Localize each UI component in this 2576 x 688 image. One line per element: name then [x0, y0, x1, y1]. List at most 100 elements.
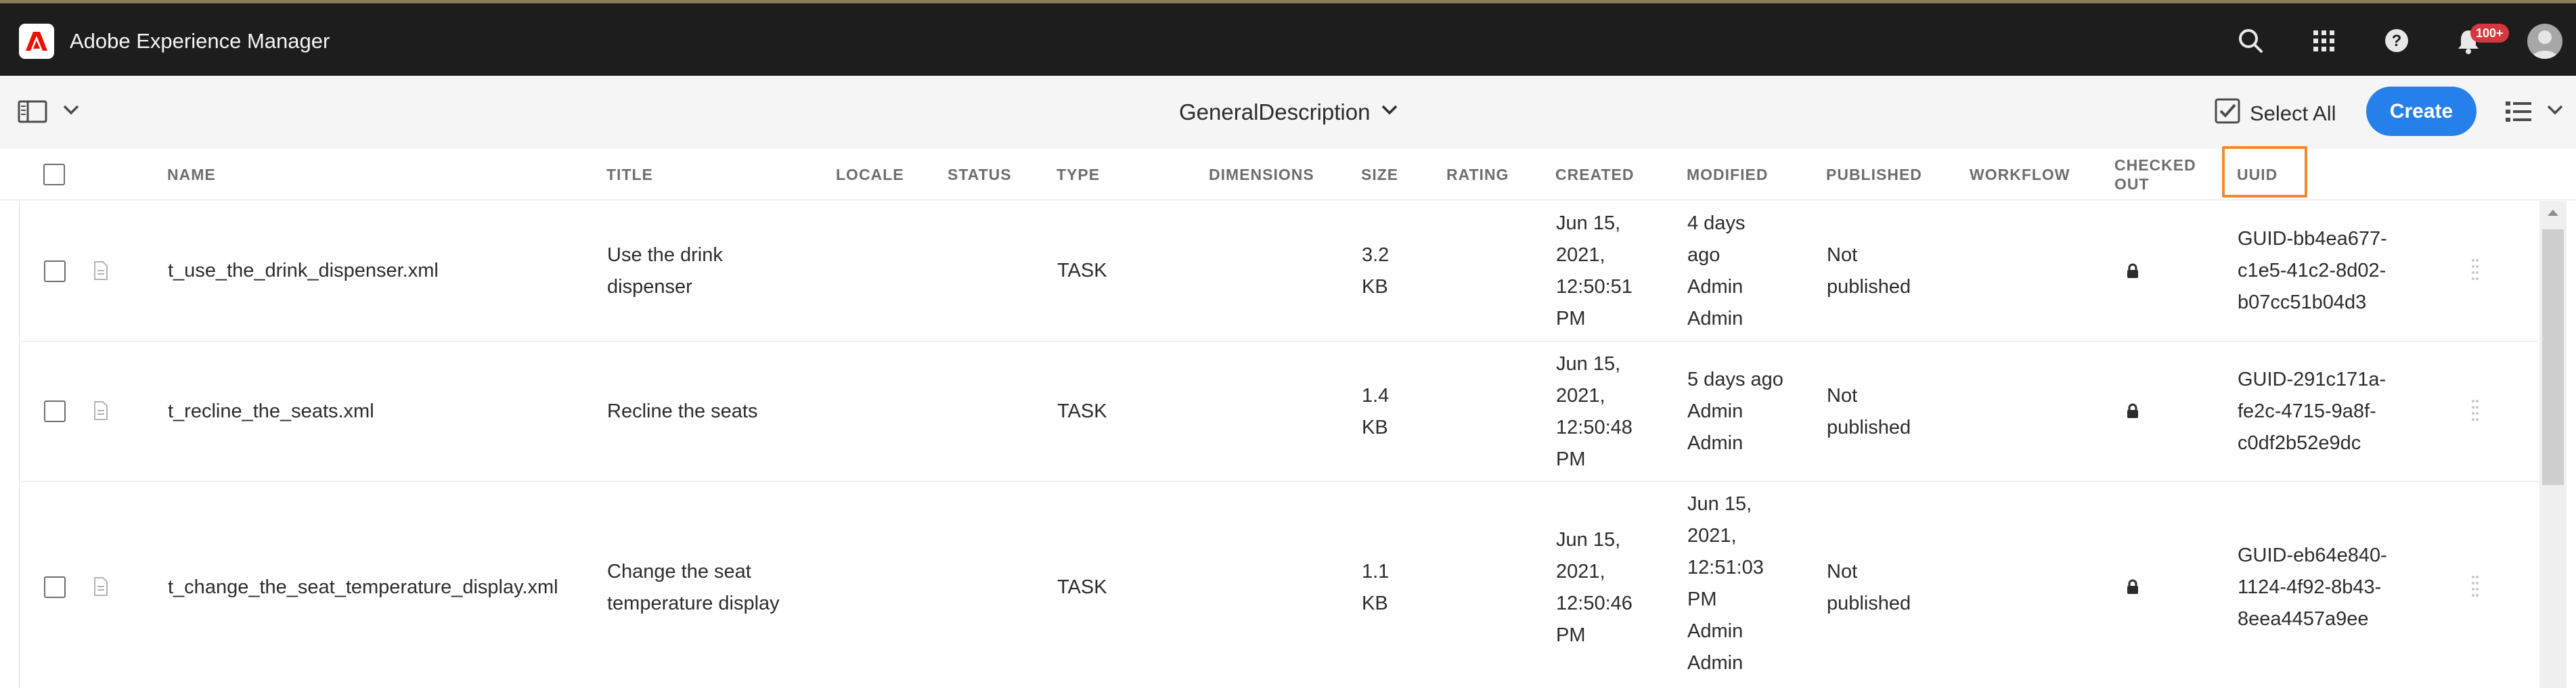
column-header-workflow[interactable]: WORKFLOW	[1970, 165, 2070, 184]
lock-icon	[2126, 579, 2139, 599]
apps-grid-icon[interactable]	[2307, 24, 2340, 58]
select-all-rows-checkbox[interactable]	[43, 164, 65, 185]
uuid-column-highlight	[2222, 146, 2307, 198]
row-uuid-line: c1e5-41c2-8d02-	[2238, 260, 2386, 281]
row-name[interactable]: t_recline_the_seats.xml	[168, 396, 374, 428]
row-modified-line: 2021,	[1687, 525, 1737, 547]
action-bar: GeneralDescription Select All Create	[0, 76, 2576, 149]
row-uuid: GUID-eb64e840- 1124-4f92-8b43- 8eea4457a…	[2238, 540, 2387, 635]
column-header-checked-out[interactable]: CHECKED OUT	[2114, 156, 2196, 193]
row-modified-line: Admin	[1687, 620, 1744, 642]
row-created-line: PM	[1556, 449, 1586, 470]
row-published: Not published	[1827, 380, 1911, 444]
list-view-icon[interactable]	[2504, 99, 2533, 127]
column-header-name[interactable]: NAME	[167, 165, 216, 184]
scrollbar-thumb[interactable]	[2542, 229, 2564, 485]
row-type: TASK	[1057, 576, 1107, 598]
row-uuid-line: GUID-bb4ea677-	[2238, 228, 2387, 250]
rail-toggle-icon[interactable]	[18, 100, 47, 127]
row-size-line: KB	[1362, 417, 1388, 438]
row-modified-line: Jun 15,	[1687, 493, 1752, 515]
row-modified-line: PM	[1687, 589, 1717, 610]
help-icon[interactable]: ?	[2380, 24, 2414, 58]
column-header-checked-out-line1: CHECKED	[2114, 156, 2196, 174]
row-published-line: Not	[1827, 385, 1858, 407]
row-modified-line: 12:51:03	[1687, 557, 1764, 578]
row-modified-line: 4 days	[1687, 212, 1746, 234]
select-all-button[interactable]: Select All	[2250, 99, 2336, 129]
column-header-title[interactable]: TITLE	[606, 165, 653, 184]
column-header-checked-out-line2: OUT	[2114, 175, 2150, 193]
column-header-rating[interactable]: RATING	[1446, 165, 1509, 184]
row-title-line: Recline the seats	[607, 400, 758, 422]
scroll-up-arrow-icon[interactable]	[2546, 208, 2560, 221]
row-uuid-line: fe2c-4715-9a8f-	[2238, 400, 2376, 422]
row-published: Not published	[1827, 239, 1911, 303]
app-title[interactable]: Adobe Experience Manager	[70, 26, 330, 56]
row-published-line: Not	[1827, 561, 1858, 582]
row-modified-line: Admin	[1687, 652, 1744, 674]
row-published-line: published	[1827, 417, 1911, 438]
column-header-dimensions[interactable]: DIMENSIONS	[1209, 165, 1314, 184]
row-size: 1.1 KB	[1362, 556, 1389, 620]
lock-icon	[2126, 263, 2139, 283]
row-modified-line: Admin	[1687, 432, 1744, 454]
row-type: TASK	[1057, 400, 1107, 422]
row-checkbox[interactable]	[44, 576, 66, 598]
avatar[interactable]	[2527, 24, 2562, 59]
row-uuid-line: 1124-4f92-8b43-	[2238, 576, 2382, 598]
chevron-down-icon[interactable]	[1381, 103, 1398, 120]
row-size-line: 1.4	[1362, 385, 1390, 407]
row-title-line: dispenser	[607, 276, 692, 298]
table-row[interactable]: t_change_the_seat_temperature_display.xm…	[20, 482, 2538, 688]
folder-title[interactable]: GeneralDescription	[1179, 97, 1370, 127]
drag-handle-icon[interactable]	[2471, 258, 2479, 285]
row-uuid-line: b07cc51b04d3	[2238, 292, 2367, 313]
row-title-line: Use the drink	[607, 244, 723, 266]
row-size: 1.4 KB	[1362, 380, 1389, 444]
column-header-locale[interactable]: LOCALE	[836, 165, 904, 184]
create-button[interactable]: Create	[2366, 87, 2477, 136]
search-icon[interactable]	[2234, 24, 2267, 58]
column-header-status[interactable]: STATUS	[948, 165, 1012, 184]
row-created-line: Jun 15,	[1556, 353, 1621, 375]
column-header-type[interactable]: TYPE	[1057, 165, 1100, 184]
column-header-size[interactable]: SIZE	[1361, 165, 1398, 184]
row-title: Recline the seats	[607, 396, 757, 428]
row-title-line: temperature display	[607, 593, 780, 614]
shell-header: Adobe Experience Manager ? 100+	[0, 0, 2576, 76]
file-icon	[93, 260, 109, 284]
row-published-line: Not	[1827, 244, 1858, 266]
drag-handle-icon[interactable]	[2471, 398, 2479, 426]
row-name[interactable]: t_change_the_seat_temperature_display.xm…	[168, 572, 558, 603]
row-published-line: published	[1827, 593, 1911, 614]
row-modified: 5 days ago Admin Admin	[1687, 364, 1783, 459]
row-created-line: PM	[1556, 624, 1586, 646]
row-type: TASK	[1057, 260, 1107, 281]
row-name[interactable]: t_use_the_drink_dispenser.xml	[168, 255, 439, 287]
notification-count-badge: 100+	[2470, 24, 2509, 43]
table-row[interactable]: t_use_the_drink_dispenser.xml Use the dr…	[20, 201, 2538, 342]
vertical-scrollbar[interactable]	[2539, 201, 2567, 688]
select-all-checkbox-icon[interactable]	[2215, 98, 2242, 129]
row-modified: 4 days ago Admin Admin	[1687, 208, 1745, 335]
table-row[interactable]: t_recline_the_seats.xml Recline the seat…	[20, 342, 2538, 482]
row-checkbox[interactable]	[44, 400, 66, 422]
column-header-published[interactable]: PUBLISHED	[1826, 165, 1922, 184]
row-modified: Jun 15, 2021, 12:51:03 PM Admin Admin	[1687, 488, 1764, 679]
adobe-logo-icon[interactable]	[19, 24, 54, 59]
row-checkbox[interactable]	[44, 260, 66, 282]
row-uuid: GUID-bb4ea677- c1e5-41c2-8d02- b07cc51b0…	[2238, 223, 2387, 319]
chevron-down-icon[interactable]	[2546, 103, 2564, 120]
row-title-line: Change the seat	[607, 561, 751, 582]
row-uuid-line: GUID-291c171a-	[2238, 369, 2386, 390]
chevron-down-icon[interactable]	[62, 103, 80, 120]
row-created-line: 2021,	[1556, 385, 1605, 407]
drag-handle-icon[interactable]	[2471, 574, 2479, 602]
column-header-modified[interactable]: MODIFIED	[1687, 165, 1768, 184]
table-body: t_use_the_drink_dispenser.xml Use the dr…	[19, 201, 2538, 688]
column-header-created[interactable]: CREATED	[1555, 165, 1634, 184]
row-modified-line: ago	[1687, 244, 1720, 266]
row-created: Jun 15, 2021, 12:50:46 PM	[1556, 524, 1633, 651]
row-created-line: 12:50:48	[1556, 417, 1633, 438]
